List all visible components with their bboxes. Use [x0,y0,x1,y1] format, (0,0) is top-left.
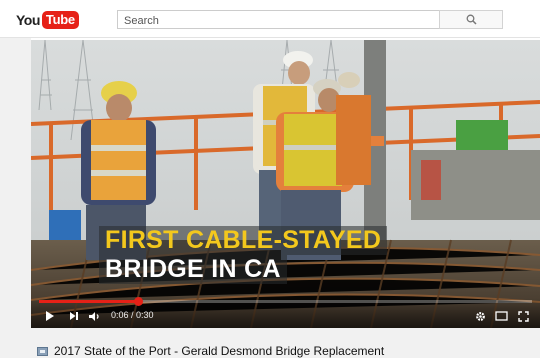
next-icon [70,312,78,320]
play-icon [46,311,54,321]
progress-scrubber[interactable] [133,297,143,306]
playlist-icon [37,346,48,356]
logo-you-text: You [16,12,40,28]
logo-tube-text: Tube [41,11,79,29]
theater-mode-button[interactable] [495,309,508,323]
video-frame [31,40,540,328]
search-icon [466,14,477,25]
time-separator: / [128,310,137,320]
fullscreen-icon [518,310,529,322]
video-caption: FIRST CABLE-STAYED BRIDGE IN CA [99,226,388,284]
gear-icon [476,311,485,321]
duration: 0:30 [136,310,154,320]
time-display: 0:06 / 0:30 [111,310,154,320]
caption-line-2: BRIDGE IN CA [99,255,287,284]
search-button[interactable] [439,10,503,29]
masthead: You Tube [0,0,540,38]
video-title: 2017 State of the Port - Gerald Desmond … [54,344,385,358]
caption-line-1: FIRST CABLE-STAYED [99,226,388,255]
youtube-logo[interactable]: You Tube [16,10,79,30]
play-button[interactable] [45,309,55,323]
video-player[interactable]: FIRST CABLE-STAYED BRIDGE IN CA 0:06 / 0… [31,40,540,328]
next-button[interactable] [69,309,79,323]
search-input[interactable] [118,12,439,30]
player-controls: 0:06 / 0:30 [31,297,540,328]
progress-bar[interactable] [39,297,532,306]
settings-button[interactable] [475,309,486,323]
volume-button[interactable] [88,309,102,323]
theater-mode-icon [495,311,508,321]
current-time: 0:06 [111,310,129,320]
volume-icon [89,311,99,321]
progress-fill [39,300,138,303]
search-box[interactable] [117,10,439,30]
fullscreen-button[interactable] [518,309,529,323]
video-title-row: 2017 State of the Port - Gerald Desmond … [37,344,384,358]
